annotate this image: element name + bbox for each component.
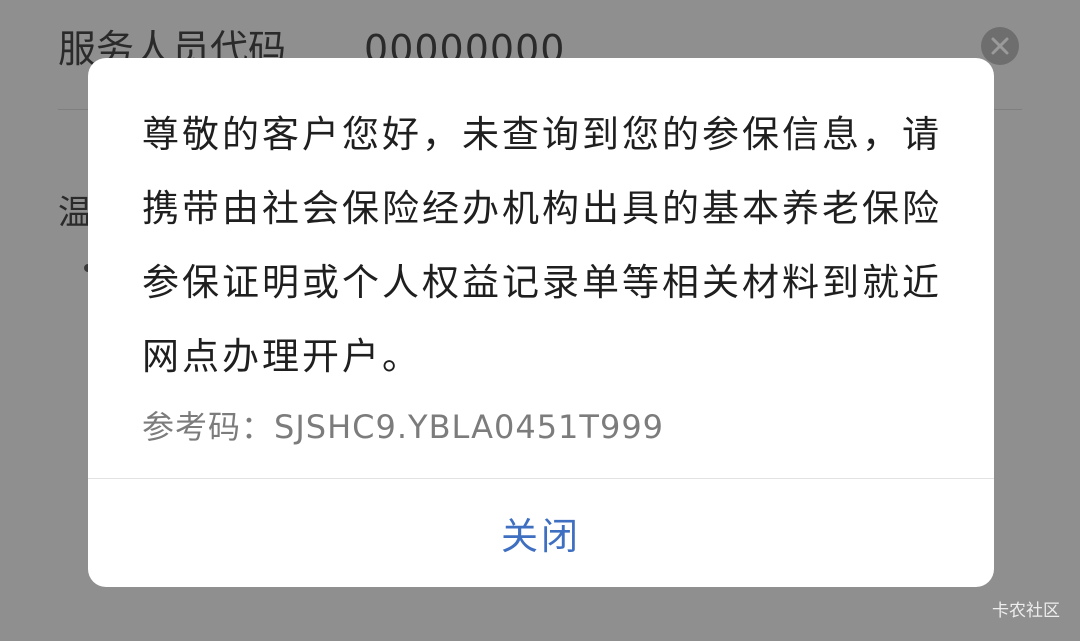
close-x-glyph (991, 37, 1009, 55)
reference-code-label: 参考码： (142, 408, 275, 446)
close-button[interactable]: 关闭 (88, 479, 994, 587)
partial-hint-text: 温 (58, 193, 92, 233)
watermark: 卡农社区 (992, 601, 1060, 621)
reference-code-value: SJSHC9.YBLA0451T999 (274, 408, 665, 446)
dialog-message: 尊敬的客户您好，未查询到您的参保信息，请携带由社会保险经办机构出具的基本养老保险… (142, 113, 942, 378)
close-icon[interactable] (981, 27, 1019, 65)
reference-code-line: 参考码：SJSHC9.YBLA0451T999 (142, 402, 942, 448)
dialog-body: 尊敬的客户您好，未查询到您的参保信息，请携带由社会保险经办机构出具的基本养老保险… (142, 98, 942, 448)
alert-dialog: 尊敬的客户您好，未查询到您的参保信息，请携带由社会保险经办机构出具的基本养老保险… (88, 58, 994, 587)
